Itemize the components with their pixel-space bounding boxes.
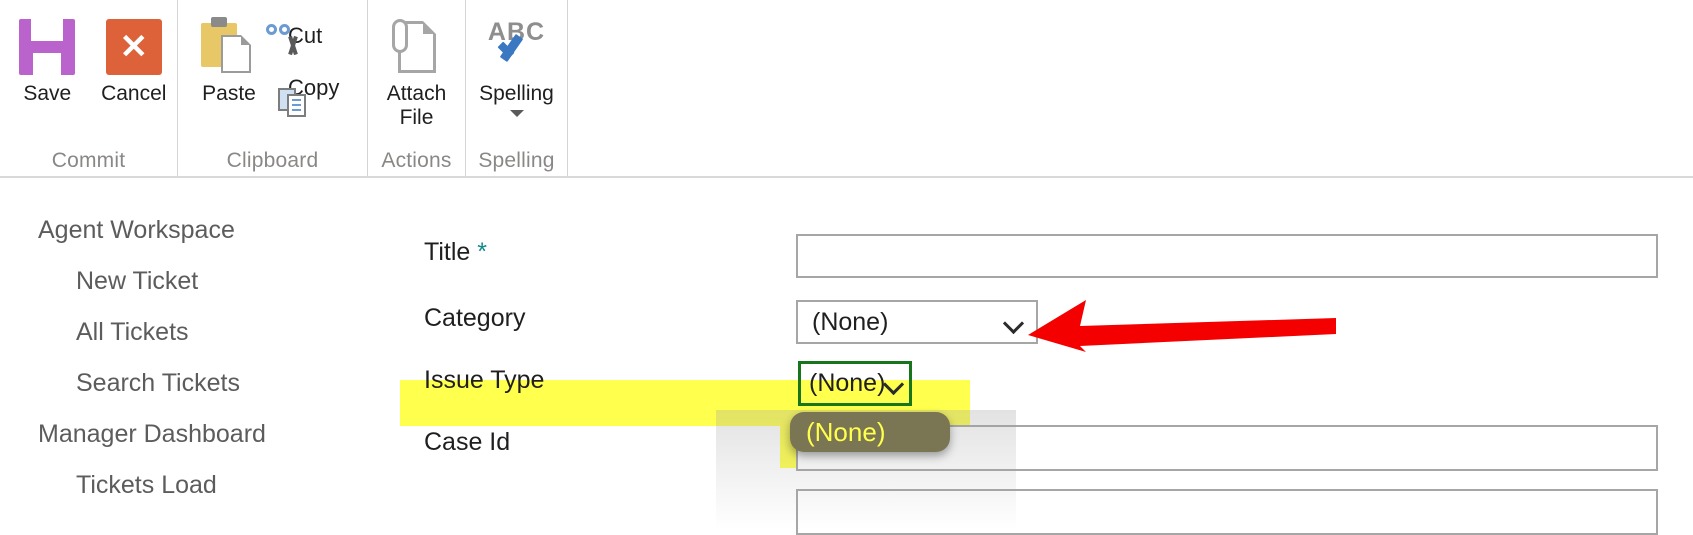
issue-type-option-none-label: (None): [806, 416, 886, 447]
attach-file-button[interactable]: Attach File: [369, 8, 465, 130]
clipboard-small-buttons: Cut Copy: [266, 8, 345, 117]
issue-type-select[interactable]: (None): [798, 361, 912, 406]
save-button[interactable]: Save: [4, 8, 91, 106]
floppy-disk-icon: [19, 16, 76, 78]
spelling-button[interactable]: ABC Spelling: [467, 8, 567, 118]
attach-file-button-label-line1: Attach: [386, 82, 447, 105]
ribbon-group-commit: Save ✕ Cancel Commit: [0, 0, 178, 176]
copy-button[interactable]: Copy: [272, 66, 345, 117]
annotation-arrow-icon: [1028, 300, 1336, 352]
ribbon-group-label-clipboard: Clipboard: [226, 149, 319, 172]
field-label-issue-type: Issue Type: [424, 366, 545, 394]
field-label-category: Category: [424, 304, 526, 332]
issue-type-select-value: (None): [809, 369, 886, 397]
abc-checkmark-icon: ABC: [484, 16, 550, 78]
chevron-down-icon[interactable]: [509, 110, 524, 118]
cancel-button-label: Cancel: [101, 82, 167, 105]
ribbon-group-actions: Attach File Actions: [368, 0, 466, 176]
paste-button[interactable]: Paste: [186, 8, 272, 106]
field-label-title: Title *: [424, 238, 487, 267]
cancel-button[interactable]: ✕ Cancel: [91, 8, 178, 106]
field-label-case-id: Case Id: [424, 428, 511, 456]
paperclip-document-icon: [389, 16, 445, 78]
ribbon-groups: Save ✕ Cancel Commit Paste Cut Copy Clip…: [0, 0, 568, 176]
spelling-button-label: Spelling: [479, 82, 554, 105]
ribbon-group-spelling: ABC Spelling Spelling: [466, 0, 568, 176]
sidebar-item-new-ticket[interactable]: New Ticket: [76, 267, 198, 296]
save-button-label: Save: [23, 82, 72, 105]
category-select-value: (None): [812, 307, 889, 336]
cancel-x-icon: ✕: [105, 16, 162, 78]
sidebar-item-all-tickets[interactable]: All Tickets: [76, 318, 189, 347]
chevron-down-icon: [1005, 313, 1024, 332]
ribbon-group-label-spelling: Spelling: [478, 149, 555, 172]
ribbon-group-clipboard: Paste Cut Copy Clipboard: [178, 0, 368, 176]
field-label-title-text: Title: [424, 238, 471, 266]
ribbon-group-label-actions: Actions: [381, 149, 452, 172]
ticket-form-window: Save ✕ Cancel Commit Paste Cut Copy Clip…: [0, 0, 1693, 535]
issue-type-option-none[interactable]: (None): [790, 412, 950, 452]
ribbon-group-label-commit: Commit: [51, 149, 126, 172]
sidebar-item-tickets-load[interactable]: Tickets Load: [76, 471, 217, 500]
attach-file-button-label-line2: File: [399, 106, 434, 130]
cut-button[interactable]: Cut: [266, 14, 345, 58]
category-select[interactable]: (None): [796, 300, 1038, 344]
sidebar-item-manager-dashboard[interactable]: Manager Dashboard: [38, 420, 266, 449]
title-input[interactable]: [796, 234, 1658, 278]
chevron-down-icon: [885, 374, 904, 393]
form-content-area: Agent Workspace New Ticket All Tickets S…: [0, 180, 1693, 535]
required-asterisk: *: [477, 238, 487, 266]
sidebar-item-agent-workspace[interactable]: Agent Workspace: [38, 216, 235, 245]
next-field-input[interactable]: [796, 489, 1658, 535]
clipboard-icon: [199, 16, 259, 78]
sidebar-item-search-tickets[interactable]: Search Tickets: [76, 369, 240, 398]
paste-button-label: Paste: [202, 82, 256, 105]
ribbon-toolbar: Save ✕ Cancel Commit Paste Cut Copy Clip…: [0, 0, 1693, 178]
